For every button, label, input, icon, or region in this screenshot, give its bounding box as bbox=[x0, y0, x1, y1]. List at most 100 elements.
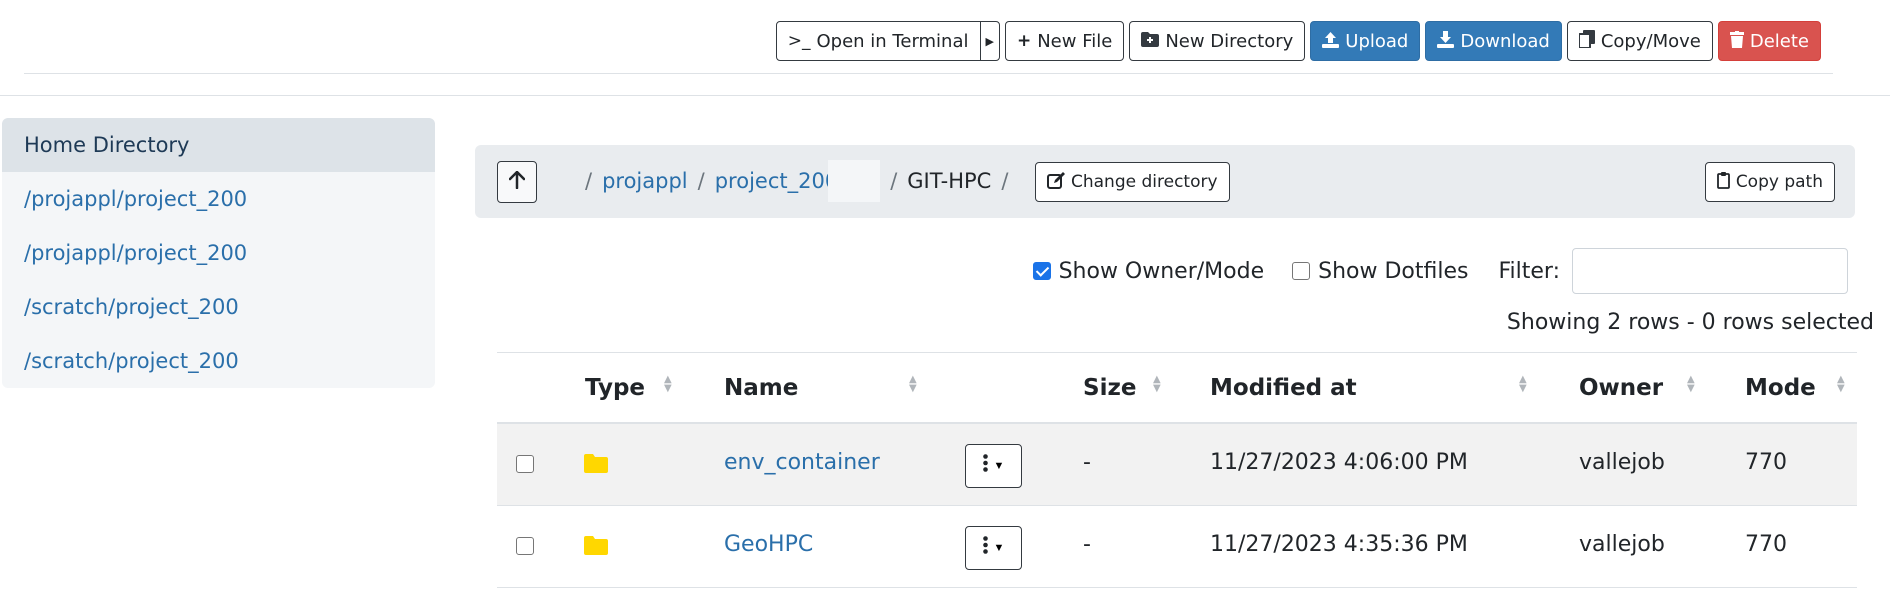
caret-down-icon: ▼ bbox=[993, 460, 1005, 472]
open-in-terminal-label: Open in Terminal bbox=[816, 30, 969, 52]
download-label: Download bbox=[1460, 30, 1550, 52]
toolbar-divider bbox=[24, 73, 1833, 74]
column-header-mode[interactable]: Mode bbox=[1745, 375, 1816, 401]
upload-button[interactable]: Upload bbox=[1310, 21, 1421, 61]
copy-path-button[interactable]: Copy path bbox=[1704, 162, 1835, 202]
sort-icon[interactable]: ▲ ▼ bbox=[1837, 375, 1845, 394]
new-file-button[interactable]: + New File bbox=[1004, 21, 1125, 61]
table-options: Show Owner/Mode Show Dotfiles Filter: bbox=[1005, 248, 1848, 294]
table-row[interactable]: env_container ▼ - 11/27/2023 4:06:00 PM … bbox=[497, 424, 1857, 506]
sidebar-item-label: Home Directory bbox=[24, 133, 190, 157]
show-owner-mode-label: Show Owner/Mode bbox=[1058, 258, 1265, 284]
change-directory-label: Change directory bbox=[1071, 172, 1218, 192]
sort-icon[interactable]: ▲ ▼ bbox=[1519, 375, 1527, 394]
column-header-name[interactable]: Name bbox=[724, 375, 798, 401]
clipboard-icon bbox=[1716, 171, 1730, 193]
show-owner-mode-checkbox[interactable] bbox=[1032, 262, 1051, 280]
sidebar-item-scratch-2[interactable]: /scratch/project_200 bbox=[2, 334, 435, 388]
new-directory-button[interactable]: New Directory bbox=[1129, 21, 1306, 61]
folder-icon bbox=[584, 536, 608, 555]
new-file-label: New File bbox=[1037, 30, 1113, 52]
row-actions-button[interactable]: ▼ bbox=[965, 444, 1022, 488]
open-in-terminal-button[interactable]: >_ Open in Terminal bbox=[775, 21, 981, 61]
column-header-owner[interactable]: Owner bbox=[1579, 375, 1663, 401]
folder-plus-icon bbox=[1141, 31, 1160, 51]
sidebar-item-home[interactable]: Home Directory bbox=[2, 118, 435, 172]
kebab-icon bbox=[982, 454, 988, 478]
terminal-dropdown-button[interactable]: ▶ bbox=[979, 21, 1000, 61]
download-icon bbox=[1437, 30, 1455, 52]
download-button[interactable]: Download bbox=[1425, 21, 1562, 61]
breadcrumb-separator: / bbox=[697, 169, 705, 193]
table-row[interactable]: GeoHPC ▼ - 11/27/2023 4:35:36 PM vallejo… bbox=[497, 506, 1857, 588]
row-select-checkbox[interactable] bbox=[516, 537, 534, 555]
copy-icon bbox=[1577, 30, 1595, 52]
kebab-icon bbox=[982, 536, 988, 560]
breadcrumb-link-project[interactable]: project_200 bbox=[715, 169, 838, 193]
show-owner-mode-toggle[interactable]: Show Owner/Mode bbox=[1032, 258, 1265, 284]
terminal-icon: >_ bbox=[787, 30, 811, 51]
sort-icon[interactable]: ▲ ▼ bbox=[1687, 375, 1695, 394]
delete-label: Delete bbox=[1749, 30, 1809, 52]
sidebar-item-label: /projappl/project_200 bbox=[24, 241, 248, 265]
plus-icon: + bbox=[1016, 30, 1032, 51]
upload-label: Upload bbox=[1345, 30, 1409, 52]
breadcrumb-separator: / bbox=[890, 169, 898, 193]
favorites-sidebar: Home Directory /projappl/project_200 /pr… bbox=[2, 118, 435, 388]
breadcrumb-bar: / projappl / project_200 / GIT-HPC / Cha… bbox=[475, 145, 1855, 218]
file-size: - bbox=[1083, 532, 1091, 557]
copy-move-button[interactable]: Copy/Move bbox=[1566, 21, 1713, 61]
row-select-checkbox[interactable] bbox=[516, 455, 534, 473]
sort-icon[interactable]: ▲ ▼ bbox=[1153, 375, 1161, 394]
file-name-link[interactable]: env_container bbox=[724, 450, 880, 475]
column-header-type[interactable]: Type bbox=[585, 375, 645, 401]
sidebar-item-label: /scratch/project_200 bbox=[24, 295, 239, 319]
arrow-up-icon bbox=[508, 169, 526, 195]
sidebar-item-label: /scratch/project_200 bbox=[24, 349, 239, 373]
breadcrumb-link-projappl[interactable]: projappl bbox=[602, 169, 688, 193]
column-header-modified[interactable]: Modified at bbox=[1210, 375, 1357, 401]
row-actions-button[interactable]: ▼ bbox=[965, 526, 1022, 570]
breadcrumb-separator: / bbox=[1001, 169, 1009, 193]
file-owner: vallejob bbox=[1579, 450, 1665, 475]
parent-directory-button[interactable] bbox=[497, 161, 537, 203]
file-size: - bbox=[1083, 450, 1091, 475]
filter-input[interactable] bbox=[1572, 248, 1848, 294]
breadcrumb-current: GIT-HPC bbox=[907, 169, 992, 193]
file-mode: 770 bbox=[1745, 532, 1787, 557]
file-modified: 11/27/2023 4:06:00 PM bbox=[1210, 450, 1468, 475]
file-mode: 770 bbox=[1745, 450, 1787, 475]
sort-icon[interactable]: ▲ ▼ bbox=[909, 375, 917, 394]
upload-icon bbox=[1322, 31, 1340, 52]
show-dotfiles-checkbox[interactable] bbox=[1292, 262, 1311, 280]
toolbar: >_ Open in Terminal ▶ + New File New Dir… bbox=[775, 21, 1821, 61]
show-dotfiles-toggle[interactable]: Show Dotfiles bbox=[1292, 259, 1468, 284]
file-table: Type ▲ ▼ Name ▲ ▼ Size ▲ ▼ Modified at ▲ ▼ O… bbox=[497, 352, 1857, 588]
file-modified: 11/27/2023 4:35:36 PM bbox=[1210, 532, 1468, 557]
edit-icon bbox=[1047, 171, 1065, 193]
column-header-size[interactable]: Size bbox=[1083, 375, 1136, 401]
sidebar-item-projappl-2[interactable]: /projappl/project_200 bbox=[2, 226, 435, 280]
trash-icon bbox=[1729, 30, 1744, 52]
caret-right-icon: ▶ bbox=[985, 34, 994, 48]
rows-status: Showing 2 rows - 0 rows selected bbox=[1506, 310, 1874, 335]
filter-label: Filter: bbox=[1498, 258, 1560, 284]
change-directory-button[interactable]: Change directory bbox=[1035, 162, 1230, 202]
show-dotfiles-label: Show Dotfiles bbox=[1318, 258, 1469, 284]
sidebar-item-label: /projappl/project_200 bbox=[24, 187, 248, 211]
delete-button[interactable]: Delete bbox=[1717, 21, 1821, 61]
file-name-link[interactable]: GeoHPC bbox=[724, 532, 813, 557]
breadcrumb: / projappl / project_200 / GIT-HPC / bbox=[575, 160, 1018, 202]
copy-path-label: Copy path bbox=[1735, 172, 1823, 192]
redacted-block bbox=[828, 160, 881, 202]
breadcrumb-separator: / bbox=[585, 169, 593, 193]
folder-icon bbox=[584, 454, 608, 473]
table-header: Type ▲ ▼ Name ▲ ▼ Size ▲ ▼ Modified at ▲ ▼ O… bbox=[497, 352, 1857, 424]
caret-down-icon: ▼ bbox=[993, 542, 1005, 554]
new-directory-label: New Directory bbox=[1165, 30, 1294, 52]
sidebar-item-scratch-1[interactable]: /scratch/project_200 bbox=[2, 280, 435, 334]
sort-icon[interactable]: ▲ ▼ bbox=[664, 375, 672, 394]
open-terminal-group: >_ Open in Terminal ▶ bbox=[775, 21, 1000, 61]
file-owner: vallejob bbox=[1579, 532, 1665, 557]
sidebar-item-projappl-1[interactable]: /projappl/project_200 bbox=[2, 172, 435, 226]
